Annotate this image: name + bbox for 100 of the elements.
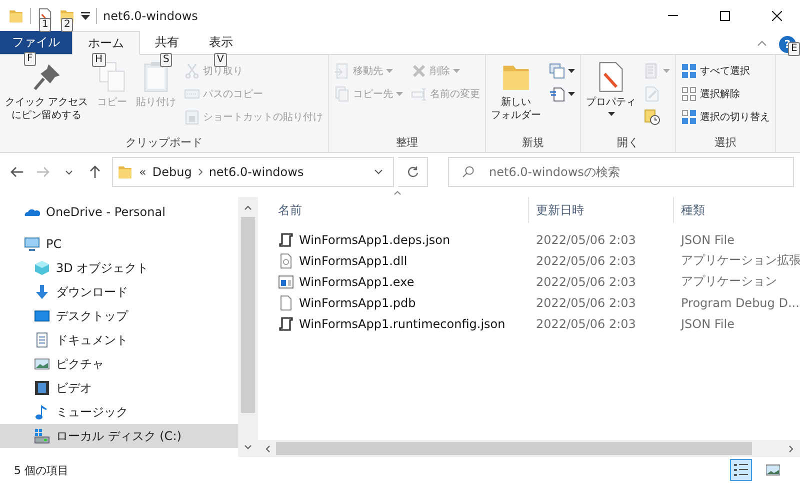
cube-icon	[34, 260, 50, 276]
refresh-button[interactable]	[398, 157, 428, 187]
forward-arrow-icon	[36, 166, 50, 178]
column-header[interactable]: 更新日時	[528, 197, 673, 223]
navigation-item[interactable]: ダウンロード	[0, 280, 238, 304]
navigation-item[interactable]: ミュージック	[0, 400, 238, 424]
folder-icon	[117, 164, 133, 180]
ribbon-button[interactable]: 選択の切り替え	[679, 107, 772, 127]
type-cell-text: Program Debug D...	[680, 296, 800, 310]
blank-file-icon	[278, 294, 294, 310]
type-cell-text: アプリケーション	[680, 273, 778, 290]
navigation-item[interactable]: 3D オブジェクト	[0, 256, 238, 280]
script-file-icon	[278, 232, 294, 248]
chevron-down-icon	[65, 170, 73, 174]
ribbon-tab[interactable]: 共有	[140, 31, 194, 54]
navigation-item[interactable]: ドキュメント	[0, 328, 238, 352]
group-label: 選択	[714, 135, 738, 150]
column-header[interactable]: 名前	[258, 197, 528, 223]
ribbon-button[interactable]: 新しい フォルダー	[489, 59, 544, 124]
close-icon	[772, 10, 782, 20]
ribbon-button[interactable]: プロパティ	[584, 59, 638, 118]
folder-icon	[8, 8, 24, 24]
scissors-icon	[184, 63, 200, 79]
easy-access-icon	[549, 86, 566, 102]
keytip: V	[214, 53, 227, 67]
breadcrumb-chevron-icon	[198, 168, 203, 176]
rename-icon	[411, 86, 428, 102]
edit-icon	[644, 86, 660, 102]
keytip: H	[92, 53, 106, 67]
scroll-left-icon	[264, 444, 270, 452]
ribbon-icon-button[interactable]	[547, 61, 578, 81]
navigation-item[interactable]: PC	[0, 232, 238, 256]
group-label: 開く	[616, 135, 640, 150]
date-cell-text: 2022/05/06 2:03	[535, 232, 637, 246]
file-name-cell[interactable]: WinFormsApp1.runtimeconfig.json	[258, 316, 528, 332]
navigation-item[interactable]: デスクトップ	[0, 304, 238, 328]
dll-file-icon	[278, 252, 294, 268]
date-cell-text: 2022/05/06 2:03	[535, 254, 637, 268]
script-file-icon	[278, 316, 294, 332]
ribbon-button[interactable]: 選択解除	[679, 84, 772, 104]
ribbon-button[interactable]: すべて選択	[679, 61, 772, 81]
details-view-icon	[734, 464, 748, 476]
shortcut-icon	[184, 109, 200, 125]
overflow-chevron[interactable]: «	[139, 165, 146, 179]
vertical-scrollbar[interactable]	[238, 197, 258, 457]
details-view-button[interactable]	[730, 459, 752, 481]
navigation-item[interactable]: ローカル ディスク (C:)	[0, 424, 238, 448]
delete-icon	[411, 63, 428, 79]
file-name-cell[interactable]: WinFormsApp1.dll	[258, 252, 528, 268]
desktop-icon	[34, 308, 50, 324]
group-label: 整理	[395, 135, 420, 150]
video-icon	[34, 380, 50, 396]
breadcrumb[interactable]: Debug	[152, 165, 192, 179]
date-cell-text: 2022/05/06 2:03	[535, 316, 637, 330]
horizontal-scrollbar[interactable]	[258, 440, 800, 457]
group-label: クリップボード	[124, 135, 204, 150]
scroll-right-icon	[788, 444, 794, 452]
breadcrumb[interactable]: net6.0-windows	[208, 165, 304, 179]
navigation-item[interactable]: ビデオ	[0, 376, 238, 400]
exe-file-icon	[278, 274, 294, 290]
navigation-item[interactable]: ピクチャ	[0, 352, 238, 376]
back-arrow-icon	[10, 166, 24, 178]
sort-ascending-icon	[394, 191, 401, 195]
item-count: 5 個の項目	[14, 462, 68, 478]
move-icon	[334, 63, 350, 79]
large-icons-view-icon	[766, 464, 780, 476]
date-cell-text: 2022/05/06 2:03	[535, 296, 637, 310]
window-title: net6.0-windows	[103, 8, 198, 22]
disk-icon	[34, 428, 50, 444]
new-item-icon	[549, 63, 566, 79]
file-tab[interactable]: ファイル	[0, 31, 72, 54]
refresh-icon	[406, 166, 418, 178]
file-name-cell[interactable]: WinFormsApp1.pdb	[258, 294, 528, 310]
search-field[interactable]: net6.0-windowsの検索	[448, 157, 794, 187]
copy-to-icon	[334, 86, 350, 102]
collapse-ribbon-icon	[757, 40, 767, 46]
select-none-icon	[681, 86, 698, 102]
computer-icon	[24, 236, 40, 252]
file-name-cell[interactable]: WinFormsApp1.exe	[258, 274, 528, 290]
keytip: F	[24, 52, 36, 66]
keytip: S	[160, 53, 172, 67]
invert-selection-icon	[681, 109, 698, 125]
type-cell-text: JSON File	[679, 232, 736, 246]
column-header[interactable]: 種類	[673, 197, 800, 223]
file-name-cell[interactable]: WinFormsApp1.deps.json	[258, 232, 528, 248]
download-icon	[34, 284, 50, 300]
scroll-up-icon	[244, 204, 252, 210]
type-cell-text: JSON File	[679, 316, 736, 330]
document-icon	[34, 332, 50, 348]
ribbon-tab[interactable]: 表示	[194, 31, 248, 54]
up-arrow-icon	[89, 165, 101, 179]
select-all-icon	[681, 63, 698, 79]
ribbon-tab[interactable]: ホーム	[72, 31, 140, 55]
dropdown-chevron-icon	[374, 169, 383, 175]
keytip: 1	[39, 18, 52, 32]
customize-caret-icon	[81, 12, 90, 20]
music-icon	[34, 404, 50, 420]
maximize-icon	[720, 10, 730, 20]
navigation-item[interactable]: OneDrive - Personal	[0, 200, 238, 224]
group-label: 新規	[521, 135, 546, 150]
